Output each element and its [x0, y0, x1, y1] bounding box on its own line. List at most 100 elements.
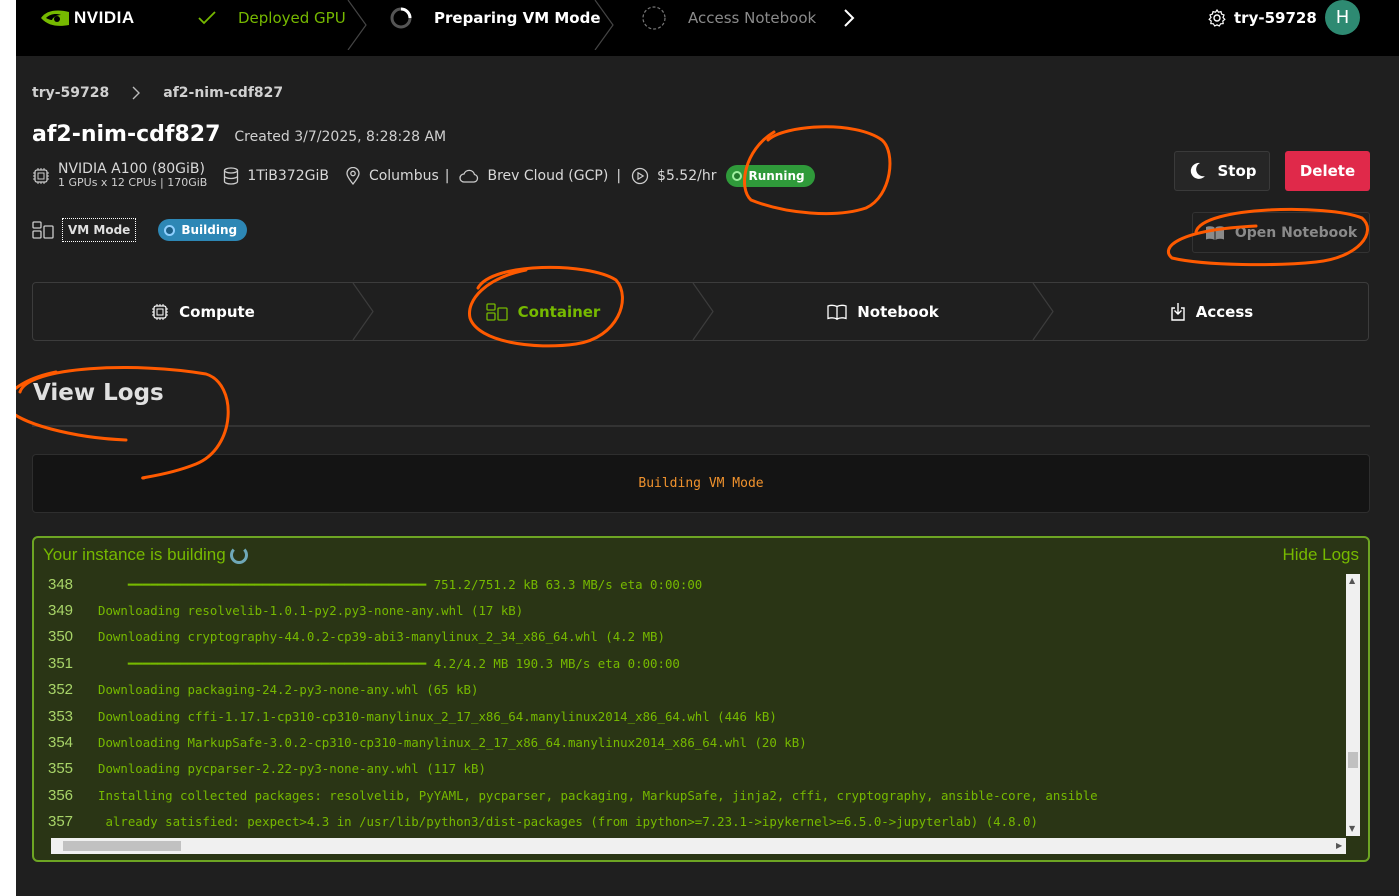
storage-spec: 1TiB372GiB	[223, 167, 329, 185]
moon-icon	[1191, 162, 1206, 179]
location-spec: Columbus	[345, 167, 439, 185]
build-status-box: Building VM Mode	[32, 454, 1370, 513]
nvidia-logo[interactable]: NVIDIA	[40, 7, 135, 29]
layout-icon	[32, 221, 54, 239]
line-number: 349	[48, 601, 74, 619]
log-text: Downloading cryptography-44.0.2-cp39-abi…	[98, 629, 665, 645]
line-number: 354	[48, 733, 74, 751]
cloud-value: Brev Cloud (GCP)	[487, 168, 609, 184]
tab-separator	[692, 283, 714, 340]
line-number: 356	[48, 786, 74, 804]
vertical-scrollbar[interactable]: ▲ ▼	[1346, 574, 1360, 836]
breadcrumb-item-workspace[interactable]: try-59728	[32, 85, 109, 101]
status-text: Running	[748, 169, 805, 183]
build-status-badge: Building	[158, 219, 248, 241]
delete-button[interactable]: Delete	[1285, 151, 1370, 191]
breadcrumb: try-59728 af2-nim-cdf827	[32, 85, 283, 101]
tab-container[interactable]: Container	[373, 283, 713, 340]
step-separator	[594, 0, 614, 50]
scroll-down-icon[interactable]: ▼	[1349, 824, 1355, 833]
top-bar: NVIDIA Deployed GPU Preparing VM Mode Ac…	[16, 0, 1399, 56]
line-number: 353	[48, 707, 74, 725]
scrollbar-thumb[interactable]	[63, 841, 181, 851]
log-line: 357 already satisfied: pexpect>4.3 in /u…	[34, 809, 1038, 835]
book-icon	[827, 304, 847, 320]
chip-icon	[33, 168, 49, 184]
gpu-spec: NVIDIA A100 (80GiB) 1 GPUs x 12 CPUs | 1…	[58, 162, 207, 190]
step-label: Preparing VM Mode	[434, 9, 601, 27]
instance-specs: NVIDIA A100 (80GiB) 1 GPUs x 12 CPUs | 1…	[32, 162, 815, 190]
log-text: Downloading MarkupSafe-3.0.2-cp310-cp310…	[98, 734, 807, 750]
log-header: Your instance is building	[43, 545, 248, 565]
status-badge: Running	[726, 165, 815, 187]
location-value: Columbus	[368, 168, 439, 184]
scroll-up-icon[interactable]: ▲	[1349, 576, 1355, 585]
chevron-right-icon	[131, 86, 141, 100]
step-label: Deployed GPU	[238, 9, 346, 27]
open-notebook-label: Open Notebook	[1234, 224, 1358, 241]
log-line: 351 ━━━━━━━━━━━━━━━━━━━━━━━━━━━━━━━━━━━━…	[34, 650, 680, 676]
log-header-text: Your instance is building	[43, 545, 226, 564]
app-frame: NVIDIA Deployed GPU Preparing VM Mode Ac…	[16, 0, 1399, 896]
log-line: 350 Downloading cryptography-44.0.2-cp39-…	[34, 624, 665, 650]
open-notebook-button[interactable]: Open Notebook	[1192, 212, 1370, 253]
spinner-icon	[229, 546, 248, 564]
mode-row: VM Mode Building	[32, 218, 248, 242]
log-text: Downloading pycparser-2.22-py3-none-any.…	[98, 761, 486, 777]
tab-compute[interactable]: Compute	[33, 283, 373, 340]
price-value: $5.52/hr	[657, 168, 717, 184]
cloud-icon	[459, 169, 479, 183]
gear-icon	[1208, 9, 1226, 27]
log-line: 352 Downloading packaging-24.2-py3-none-a…	[34, 677, 478, 703]
log-text: ━━━━━━━━━━━━━━━━━━━━━━━━━━━━━━━━━━━━━━━━…	[98, 576, 703, 592]
log-line: 348 ━━━━━━━━━━━━━━━━━━━━━━━━━━━━━━━━━━━━…	[34, 572, 702, 597]
database-icon	[224, 167, 239, 185]
log-output[interactable]: 348 ━━━━━━━━━━━━━━━━━━━━━━━━━━━━━━━━━━━━…	[34, 572, 1346, 836]
setup-tabs: Compute Container Notebook Access	[32, 282, 1369, 341]
log-terminal: Your instance is building Hide Logs 348 …	[32, 536, 1370, 862]
step-preparing-vm[interactable]: Preparing VM Mode	[390, 0, 601, 36]
vm-mode-label[interactable]: VM Mode	[62, 218, 137, 242]
step-deployed-gpu[interactable]: Deployed GPU	[198, 0, 346, 36]
step-separator	[347, 0, 367, 50]
breadcrumb-item-instance[interactable]: af2-nim-cdf827	[163, 85, 283, 101]
tab-separator	[352, 283, 374, 340]
status-dot-icon	[732, 171, 743, 181]
download-icon	[1171, 302, 1185, 321]
log-text: Installing collected packages: resolveli…	[98, 787, 1098, 803]
chip-icon	[152, 303, 169, 320]
page-title: af2-nim-cdf827	[32, 122, 221, 147]
scroll-right-icon[interactable]: ▶	[1336, 841, 1342, 850]
divider	[32, 425, 1370, 427]
price-spec: $5.52/hr	[631, 167, 716, 185]
line-number: 357	[48, 813, 74, 831]
line-number: 348	[48, 575, 74, 593]
log-text: already satisfied: pexpect>4.3 in /usr/l…	[98, 814, 1038, 830]
tab-access[interactable]: Access	[1053, 283, 1370, 340]
log-line: 356 Installing collected packages: resolv…	[34, 782, 1098, 808]
line-number: 355	[48, 760, 74, 778]
horizontal-scrollbar[interactable]: ▶	[51, 838, 1346, 854]
gpu-name: NVIDIA A100 (80GiB)	[58, 161, 205, 177]
divider: |	[444, 168, 450, 184]
stop-label: Stop	[1217, 162, 1257, 180]
build-status-text: Building	[181, 223, 238, 237]
hide-logs-button[interactable]: Hide Logs	[1282, 545, 1359, 565]
log-line: 353 Downloading cffi-1.17.1-cp310-cp310-m…	[34, 703, 777, 729]
log-line: 354 Downloading MarkupSafe-3.0.2-cp310-cp…	[34, 729, 807, 755]
avatar[interactable]: H	[1325, 0, 1360, 35]
log-line: 349 Downloading resolvelib-1.0.1-py2.py3-…	[34, 597, 523, 623]
line-number: 352	[48, 681, 74, 699]
user-menu[interactable]: try-59728	[1208, 6, 1317, 30]
storage-value: 1TiB372GiB	[247, 168, 329, 184]
chevron-right-icon[interactable]	[842, 8, 856, 28]
brand-name: NVIDIA	[74, 8, 135, 27]
scrollbar-thumb[interactable]	[1348, 752, 1358, 768]
tab-notebook[interactable]: Notebook	[713, 283, 1053, 340]
line-number: 350	[48, 628, 74, 646]
step-access-notebook[interactable]: Access Notebook	[642, 0, 816, 36]
spinner-icon	[390, 7, 412, 29]
stop-button[interactable]: Stop	[1174, 151, 1270, 191]
checkmark-icon	[198, 11, 216, 25]
log-text: Downloading cffi-1.17.1-cp310-cp310-many…	[98, 708, 777, 724]
